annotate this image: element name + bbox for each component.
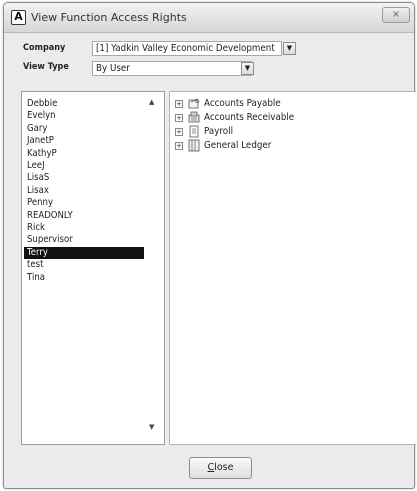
expand-icon[interactable]: + [175,128,183,136]
close-label-rest: lose [214,462,234,473]
user-list-item[interactable]: Gary [24,123,144,135]
company-dropdown-icon[interactable]: ▼ [283,42,296,55]
user-list-item[interactable]: Tina [24,272,144,284]
user-list-item-selected[interactable]: Terry [24,246,144,260]
user-list-item[interactable]: LeeJ [24,160,144,172]
title-bar[interactable]: A View Function Access Rights × [4,3,414,33]
user-list-item[interactable]: Lisax [24,185,144,197]
dialog-window: A View Function Access Rights × Company … [3,2,416,489]
view-type-dropdown-icon[interactable]: ▼ [241,62,254,75]
user-list-item[interactable]: Supervisor [24,234,144,246]
tree-item-label: General Ledger [204,140,272,151]
window-title: View Function Access Rights [31,11,187,24]
tree-item-label: Accounts Receivable [204,112,295,123]
user-list-item[interactable]: Evelyn [24,110,144,122]
company-label: Company [23,43,66,53]
scroll-up-icon[interactable]: ▲ [149,98,154,106]
window-close-button[interactable]: × [382,7,410,23]
app-logo-icon: A [11,10,26,25]
company-value: [1] Yadkin Valley Economic Development [96,43,275,54]
payroll-icon [189,125,199,138]
accounts-payable-icon [188,98,200,109]
user-list-item[interactable]: JanetP [24,135,144,147]
scroll-down-icon[interactable]: ▼ [149,423,154,431]
user-list-item[interactable]: READONLY [24,210,144,222]
tree-item-label: Payroll [204,126,234,137]
user-list-item[interactable]: test [24,259,144,271]
user-list-item[interactable]: Rick [24,222,144,234]
close-button[interactable]: Close [189,457,252,479]
user-list-item[interactable]: KathyP [24,148,144,160]
general-ledger-icon [188,139,200,152]
view-type-select[interactable]: By User [92,61,252,76]
accounts-receivable-icon [188,111,200,123]
expand-icon[interactable]: + [175,100,183,108]
expand-icon[interactable]: + [175,114,183,122]
expand-icon[interactable]: + [175,142,183,150]
view-type-value: By User [96,63,130,74]
user-list-item[interactable]: LisaS [24,172,144,184]
company-select[interactable]: [1] Yadkin Valley Economic Development [92,41,282,56]
user-list[interactable]: Debbie Evelyn Gary JanetP KathyP LeeJ Li… [21,91,165,445]
tree-item-label: Accounts Payable [204,98,281,109]
user-list-item[interactable]: Debbie [24,98,144,110]
user-list-item[interactable]: Penny [24,197,144,209]
function-tree[interactable]: + Accounts Payable + Accounts Receivable… [169,91,416,445]
view-type-label: View Type [23,62,69,72]
